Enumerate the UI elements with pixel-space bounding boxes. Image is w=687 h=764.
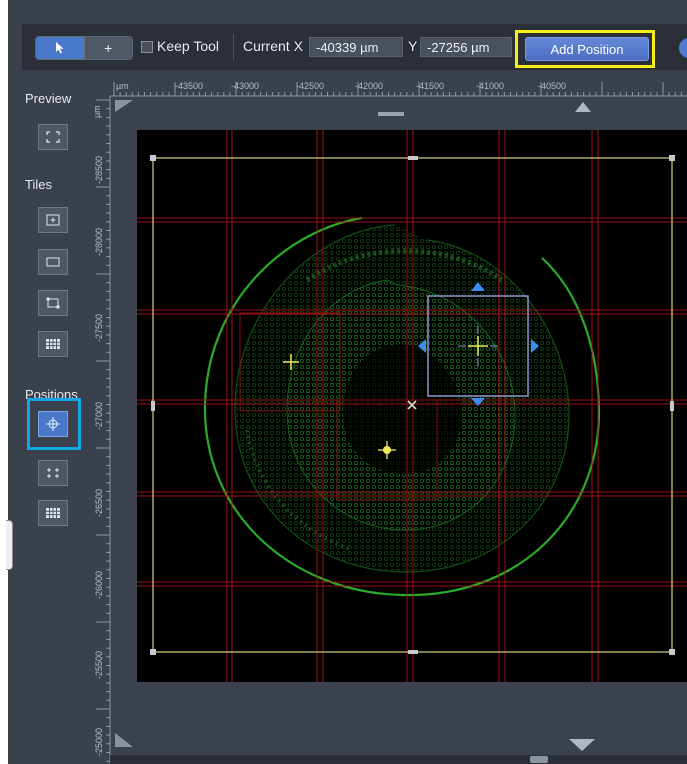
ruler-y-tick: -25000 [94, 727, 104, 756]
ruler-x-tick: -41500 [416, 81, 445, 91]
tile-add-button[interactable] [38, 207, 68, 233]
pointer-tool-button[interactable] [36, 37, 84, 59]
position-grid-button[interactable] [38, 500, 68, 526]
ruler-x-tick: -41000 [476, 81, 505, 91]
ruler-unit-label: µm [116, 81, 129, 91]
rectangle-icon [46, 257, 60, 267]
ruler-unit-label: µm [92, 105, 102, 118]
ruler-y-tick: -26500 [94, 488, 104, 517]
tile-grid-button[interactable] [38, 331, 68, 357]
bounding-box-icon [46, 297, 60, 309]
ruler-x-tick: -42500 [296, 81, 325, 91]
stage-toolbar: + Keep Tool Current X -40339 µm Y -27256… [22, 24, 687, 70]
crosshair-tool-button[interactable]: + [83, 37, 132, 59]
pan-up-arrow[interactable] [574, 101, 592, 113]
ruler-x-tick: -43500 [175, 81, 204, 91]
specimen-tissue [203, 216, 601, 597]
ruler-y-tick: -25500 [94, 650, 104, 679]
highlight-box-add-position [515, 30, 655, 68]
ruler-x-tick: -43000 [231, 81, 260, 91]
tool-mode-toggle: + [35, 36, 133, 60]
scroll-indicator-top [378, 112, 404, 116]
ruler-y-tick: -27000 [94, 401, 104, 430]
frame-corners-icon [46, 131, 60, 143]
horizontal-ruler: µm -43500 -43000 -42500 -42000 -41500 -4… [110, 76, 687, 98]
grid-icon [46, 508, 60, 518]
position-array-button[interactable] [38, 460, 68, 486]
preview-snap-button[interactable] [38, 124, 68, 150]
pointer-arrow-icon [55, 42, 64, 54]
keep-tool-label: Keep Tool [157, 38, 220, 54]
tile-rectangle-button[interactable] [38, 249, 68, 275]
vertical-ruler: µm -28500 -28000 -27500 -27000 -26500 -2… [90, 96, 112, 764]
overflow-toolbar-button[interactable] [679, 38, 687, 58]
highlight-box-positions-tool [27, 398, 81, 450]
current-y-label: Y [408, 38, 418, 54]
preview-section-label: Preview [25, 91, 72, 106]
corner-marker-top-left [115, 100, 133, 112]
ruler-y-tick: -27500 [94, 313, 104, 342]
keep-tool-checkbox[interactable] [141, 41, 153, 53]
tile-plus-icon [46, 214, 60, 226]
pan-down-arrow[interactable] [568, 738, 596, 752]
specimen-image[interactable] [137, 130, 687, 682]
tiles-section-label: Tiles [25, 177, 52, 192]
tile-bounding-box-button[interactable] [38, 290, 68, 316]
scrollbar-thumb[interactable] [530, 756, 548, 763]
plus-array-icon [47, 468, 59, 478]
current-x-label: Current X [243, 38, 303, 54]
toolbar-divider [233, 34, 234, 60]
ruler-y-tick: -28000 [94, 227, 104, 256]
ruler-y-tick: -26000 [94, 570, 104, 599]
grid-icon [46, 339, 60, 349]
ruler-x-tick: -40500 [538, 81, 567, 91]
panel-collapse-handle[interactable] [6, 520, 13, 570]
corner-marker-bottom-left [115, 733, 133, 747]
ruler-x-tick: -42000 [355, 81, 384, 91]
ruler-y-tick: -28500 [94, 155, 104, 184]
current-y-field[interactable]: -27256 µm [420, 37, 512, 57]
current-x-field[interactable]: -40339 µm [309, 37, 403, 57]
horizontal-scrollbar[interactable] [110, 755, 687, 764]
